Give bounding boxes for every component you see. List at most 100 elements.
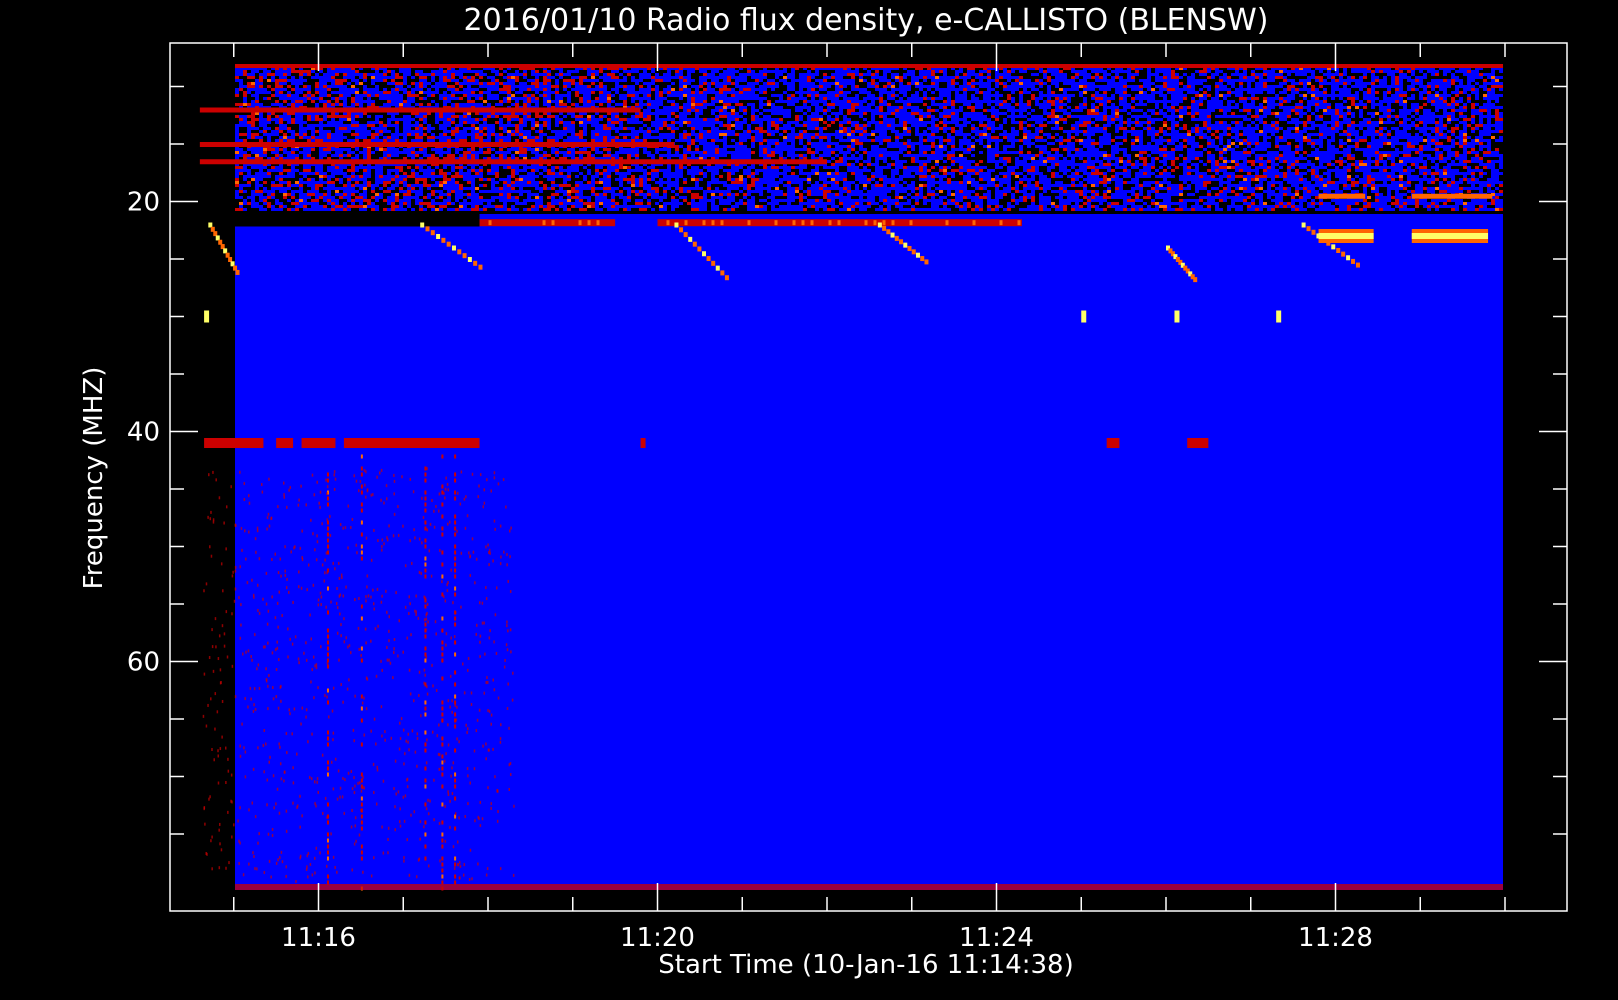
- vertical-streak-segment: [441, 640, 444, 645]
- vertical-streak-segment: [326, 640, 329, 645]
- x-tick-label: 11:16: [281, 923, 356, 953]
- type3-burst-segment: [715, 265, 720, 271]
- vertical-streak-segment: [326, 700, 329, 705]
- type3-burst-segment: [683, 232, 688, 238]
- vertical-streak-segment: [441, 736, 444, 741]
- vertical-streak-segment: [454, 568, 457, 573]
- vertical-streak-segment: [454, 556, 457, 561]
- vertical-streak-segment: [454, 772, 457, 777]
- vertical-streak-segment: [424, 466, 427, 471]
- vertical-streak-segment: [441, 856, 444, 861]
- vertical-streak-segment: [454, 682, 457, 687]
- type3-burst-segment: [706, 256, 711, 262]
- type3-burst-segment: [436, 234, 441, 239]
- vertical-streak-segment: [326, 856, 329, 861]
- vertical-streak-segment: [441, 874, 444, 879]
- vertical-streak-segment: [441, 646, 444, 651]
- vertical-streak-segment: [424, 700, 427, 705]
- vertical-streak-segment: [441, 706, 444, 711]
- type3-burst-segment: [451, 245, 456, 251]
- spot-30mhz: [1081, 310, 1087, 323]
- vertical-streak-segment: [326, 772, 329, 777]
- type3-burst-segment: [882, 225, 887, 231]
- band-41mhz-segment: [1187, 438, 1209, 448]
- vertical-streak-segment: [454, 616, 457, 621]
- vertical-streak-segment: [454, 454, 457, 459]
- type3-burst-segment: [233, 265, 238, 271]
- vertical-streak-segment: [360, 544, 363, 549]
- vertical-streak-segment: [326, 472, 329, 477]
- x-axis-label: Start Time (10-Jan-16 11:14:38): [658, 950, 1073, 980]
- type3-burst-segment: [1351, 258, 1356, 264]
- vertical-streak-segment: [360, 826, 363, 831]
- type3-burst-segment: [711, 260, 716, 266]
- vertical-streak-segment: [441, 754, 444, 759]
- type3-burst-segment: [223, 248, 228, 254]
- vertical-streak-segment: [441, 844, 444, 849]
- type3-burst-segment: [1311, 229, 1316, 235]
- vertical-streak-segment: [360, 694, 363, 699]
- vertical-streak-segment: [360, 802, 363, 807]
- noisy-band-line: [199, 142, 675, 147]
- vertical-streak-segment: [454, 472, 457, 477]
- x-tick-label: 11:20: [620, 923, 695, 953]
- vertical-streak-segment: [424, 520, 427, 525]
- type3-burst-segment: [208, 222, 213, 228]
- vertical-streak-segment: [326, 652, 329, 657]
- vertical-streak-segment: [424, 820, 427, 825]
- vertical-streak-segment: [441, 802, 444, 807]
- vertical-streak-segment: [454, 874, 457, 879]
- vertical-streak-segment: [454, 700, 457, 705]
- vertical-streak-segment: [326, 610, 329, 615]
- vertical-streak-segment: [441, 658, 444, 663]
- vertical-streak-segment: [454, 550, 457, 555]
- type3-burst-segment: [1301, 222, 1306, 228]
- vertical-streak-segment: [454, 724, 457, 729]
- vertical-streak-segment: [454, 490, 457, 495]
- band-41mhz-segment: [276, 438, 294, 448]
- vertical-streak-segment: [424, 844, 427, 849]
- band-22mhz-segment: [479, 219, 616, 227]
- x-tick-label: 11:24: [959, 923, 1034, 953]
- vertical-streak-segment: [360, 454, 363, 459]
- type3-burst-segment: [473, 260, 478, 266]
- vertical-streak-segment: [424, 784, 427, 789]
- vertical-streak-segment: [360, 820, 363, 825]
- type3-burst-segment: [462, 253, 467, 259]
- type3-burst-segment: [420, 222, 425, 228]
- vertical-streak-segment: [326, 586, 329, 591]
- vertical-streak-segment: [424, 544, 427, 549]
- vertical-streak-segment: [454, 574, 457, 579]
- vertical-streak-segment: [360, 742, 363, 747]
- vertical-streak-segment: [326, 838, 329, 843]
- type3-burst-segment: [720, 270, 725, 276]
- vertical-streak-segment: [360, 490, 363, 495]
- vertical-streak-segment: [424, 538, 427, 543]
- type3-burst-segment: [679, 227, 684, 233]
- type3-burst-segment: [1336, 247, 1341, 253]
- chart-title: 2016/01/10 Radio flux density, e-CALLIST…: [464, 3, 1269, 38]
- vertical-streak-segment: [454, 586, 457, 591]
- vertical-streak-segment: [424, 748, 427, 753]
- vertical-streak-segment: [454, 640, 457, 645]
- y-tick-label: 20: [127, 188, 160, 218]
- vertical-streak-segment: [326, 478, 329, 483]
- vertical-streak-segment: [441, 550, 444, 555]
- vertical-streak-segment: [326, 880, 329, 885]
- vertical-streak-segment: [441, 652, 444, 657]
- vertical-streak-segment: [326, 736, 329, 741]
- dark-row: [235, 211, 1503, 214]
- type3-burst-segment: [230, 261, 235, 267]
- vertical-streak-segment: [360, 604, 363, 609]
- vertical-streak-segment: [360, 466, 363, 471]
- vertical-streak-segment: [454, 784, 457, 789]
- vertical-streak-segment: [326, 526, 329, 531]
- vertical-streak-segment: [454, 778, 457, 783]
- band-41mhz-dot: [640, 438, 646, 448]
- vertical-streak-segment: [424, 730, 427, 735]
- type3-burst-segment: [213, 231, 218, 237]
- vertical-streak-segment: [326, 628, 329, 633]
- vertical-streak-segment: [454, 622, 457, 627]
- vertical-streak-segment: [360, 850, 363, 855]
- vertical-streak-segment: [360, 706, 363, 711]
